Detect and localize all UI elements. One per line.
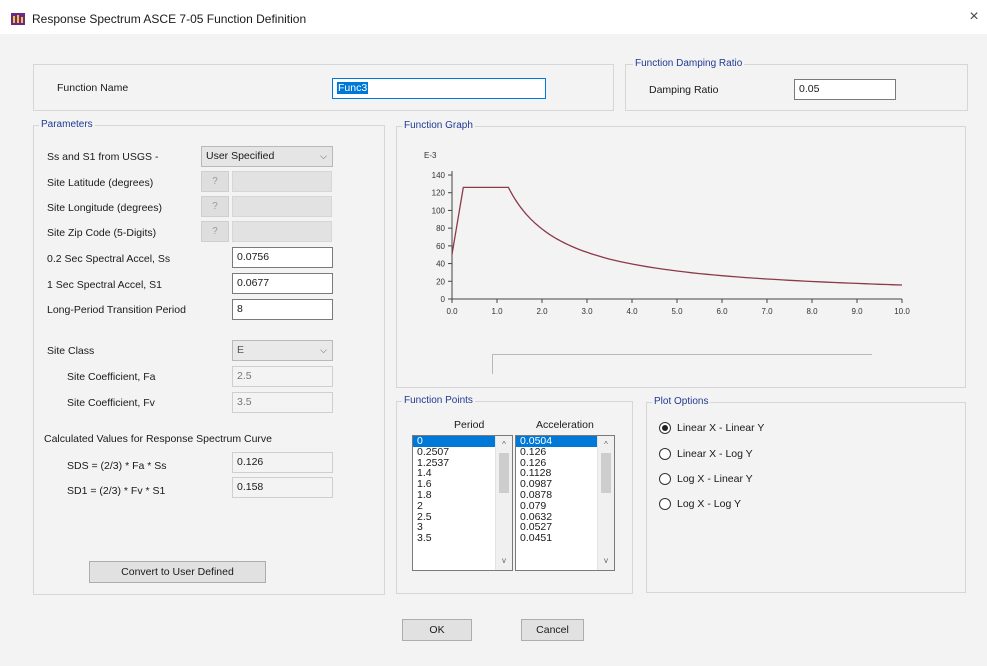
scroll-down-icon[interactable]: v bbox=[598, 554, 614, 568]
y-tick-label: 80 bbox=[436, 224, 445, 233]
latitude-input[interactable] bbox=[232, 171, 332, 192]
latitude-label: Site Latitude (degrees) bbox=[47, 177, 154, 189]
ss-s1-source-select[interactable]: User Specified ⌵ bbox=[201, 146, 333, 167]
convert-to-user-defined-button[interactable]: Convert to User Defined bbox=[89, 561, 266, 583]
x-tick-label: 8.0 bbox=[806, 307, 818, 316]
ss-s1-source-label: Ss and S1 from USGS - bbox=[47, 151, 159, 163]
chevron-down-icon: ⌵ bbox=[320, 151, 327, 161]
latitude-help-button[interactable]: ? bbox=[201, 171, 229, 192]
y-tick-label: 0 bbox=[441, 295, 446, 304]
acceleration-list-scrollbar[interactable]: ^ v bbox=[597, 436, 614, 570]
damping-ratio-input[interactable]: 0.05 bbox=[794, 79, 896, 100]
sds-value: 0.126 bbox=[232, 452, 333, 473]
ss-s1-source-value: User Specified bbox=[206, 150, 275, 162]
fa-input: 2.5 bbox=[232, 366, 333, 387]
acceleration-column-header: Acceleration bbox=[536, 419, 594, 431]
parameters-group-label: Parameters bbox=[39, 119, 95, 131]
plot-option-label: Log X - Log Y bbox=[677, 498, 742, 510]
x-tick-label: 4.0 bbox=[626, 307, 638, 316]
zip-code-input[interactable] bbox=[232, 221, 332, 242]
plot-option-radio[interactable]: Log X - Linear Y bbox=[659, 473, 799, 487]
function-name-label: Function Name bbox=[57, 82, 129, 94]
radio-circle[interactable] bbox=[659, 448, 671, 460]
radio-circle[interactable] bbox=[659, 498, 671, 510]
cancel-button[interactable]: Cancel bbox=[521, 619, 584, 641]
longitude-label: Site Longitude (degrees) bbox=[47, 202, 162, 214]
chevron-down-icon: ⌵ bbox=[320, 345, 327, 355]
x-tick-label: 1.0 bbox=[491, 307, 503, 316]
site-class-select[interactable]: E ⌵ bbox=[232, 340, 333, 361]
x-tick-label: 10.0 bbox=[894, 307, 910, 316]
period-column-header: Period bbox=[454, 419, 485, 431]
plot-options-group-label: Plot Options bbox=[652, 396, 711, 408]
y-tick-label: 60 bbox=[436, 242, 445, 251]
ss-input[interactable]: 0.0756 bbox=[232, 247, 333, 268]
acceleration-list[interactable]: 0.0504 0.126 0.126 0.1128 0.0987 0.0878 0.079 0… bbox=[515, 435, 615, 571]
ss-label: 0.2 Sec Spectral Accel, Ss bbox=[47, 253, 171, 265]
x-tick-label: 5.0 bbox=[671, 307, 683, 316]
x-tick-label: 9.0 bbox=[851, 307, 863, 316]
y-tick-label: 40 bbox=[436, 260, 445, 269]
scroll-down-icon[interactable]: v bbox=[496, 554, 512, 568]
scrollbar-thumb[interactable] bbox=[499, 453, 509, 493]
transition-period-label: Long-Period Transition Period bbox=[47, 304, 186, 316]
x-tick-label: 0.0 bbox=[446, 307, 458, 316]
y-tick-label: 100 bbox=[432, 206, 446, 215]
fv-input: 3.5 bbox=[232, 392, 333, 413]
period-list[interactable]: 0 0.2507 1.2537 1.4 1.6 1.8 2 2.5 3 3.5 ^ v bbox=[412, 435, 513, 571]
site-class-label: Site Class bbox=[47, 345, 95, 357]
ok-button[interactable]: OK bbox=[402, 619, 472, 641]
title-bar: Response Spectrum ASCE 7-05 Function Def… bbox=[0, 0, 987, 34]
radio-selected-dot bbox=[662, 425, 668, 431]
plot-option-label: Linear X - Log Y bbox=[677, 448, 753, 460]
plot-option-radio[interactable]: Linear X - Log Y bbox=[659, 448, 799, 462]
plot-option-radio[interactable]: Log X - Log Y bbox=[659, 498, 799, 512]
x-tick-label: 7.0 bbox=[761, 307, 773, 316]
damping-group-label: Function Damping Ratio bbox=[633, 58, 745, 70]
window-title: Response Spectrum ASCE 7-05 Function Def… bbox=[32, 12, 307, 26]
x-tick-label: 3.0 bbox=[581, 307, 593, 316]
y-tick-label: 140 bbox=[432, 171, 446, 180]
radio-circle[interactable] bbox=[659, 422, 671, 434]
y-tick-label: 120 bbox=[432, 189, 446, 198]
zip-code-label: Site Zip Code (5-Digits) bbox=[47, 227, 157, 239]
longitude-input[interactable] bbox=[232, 196, 332, 217]
y-multiplier-label: E-3 bbox=[424, 151, 437, 160]
function-graph: E-3 0 20 40 60 80 100 120 140 0.0 1.0 2.0 3.0 4.0 5.0 6… bbox=[424, 151, 910, 316]
plot-option-radio[interactable]: Linear X - Linear Y bbox=[659, 422, 799, 436]
function-graph-group-label: Function Graph bbox=[402, 120, 475, 132]
y-tick-label: 20 bbox=[436, 277, 445, 286]
sd1-label: SD1 = (2/3) * Fv * S1 bbox=[67, 485, 166, 497]
scroll-up-icon[interactable]: ^ bbox=[496, 438, 512, 452]
fv-label: Site Coefficient, Fv bbox=[67, 397, 155, 409]
radio-circle[interactable] bbox=[659, 473, 671, 485]
s1-label: 1 Sec Spectral Accel, S1 bbox=[47, 279, 162, 291]
function-name-value: Func3 bbox=[337, 82, 369, 94]
s1-input[interactable]: 0.0677 bbox=[232, 273, 333, 294]
function-name-input[interactable]: Func3 bbox=[332, 78, 546, 99]
site-class-value: E bbox=[237, 344, 245, 356]
function-points-group-label: Function Points bbox=[402, 395, 475, 407]
graph-scrollbar-tick bbox=[492, 354, 493, 374]
period-list-scrollbar[interactable]: ^ v bbox=[495, 436, 512, 570]
scroll-up-icon[interactable]: ^ bbox=[598, 438, 614, 452]
fa-label: Site Coefficient, Fa bbox=[67, 371, 156, 383]
x-tick-label: 2.0 bbox=[536, 307, 548, 316]
calc-heading: Calculated Values for Response Spectrum … bbox=[44, 433, 273, 445]
scrollbar-thumb[interactable] bbox=[601, 453, 611, 493]
app-icon bbox=[11, 13, 25, 25]
graph-scrollbar-track bbox=[492, 354, 872, 355]
spectrum-series-line bbox=[451, 186, 903, 286]
transition-period-input[interactable]: 8 bbox=[232, 299, 333, 320]
plot-option-label: Log X - Linear Y bbox=[677, 473, 753, 485]
sd1-value: 0.158 bbox=[232, 477, 333, 498]
close-icon[interactable]: × bbox=[966, 9, 982, 25]
sds-label: SDS = (2/3) * Fa * Ss bbox=[67, 460, 167, 472]
longitude-help-button[interactable]: ? bbox=[201, 196, 229, 217]
plot-option-label: Linear X - Linear Y bbox=[677, 422, 765, 434]
damping-ratio-label: Damping Ratio bbox=[649, 84, 719, 96]
x-tick-label: 6.0 bbox=[716, 307, 728, 316]
zip-code-help-button[interactable]: ? bbox=[201, 221, 229, 242]
